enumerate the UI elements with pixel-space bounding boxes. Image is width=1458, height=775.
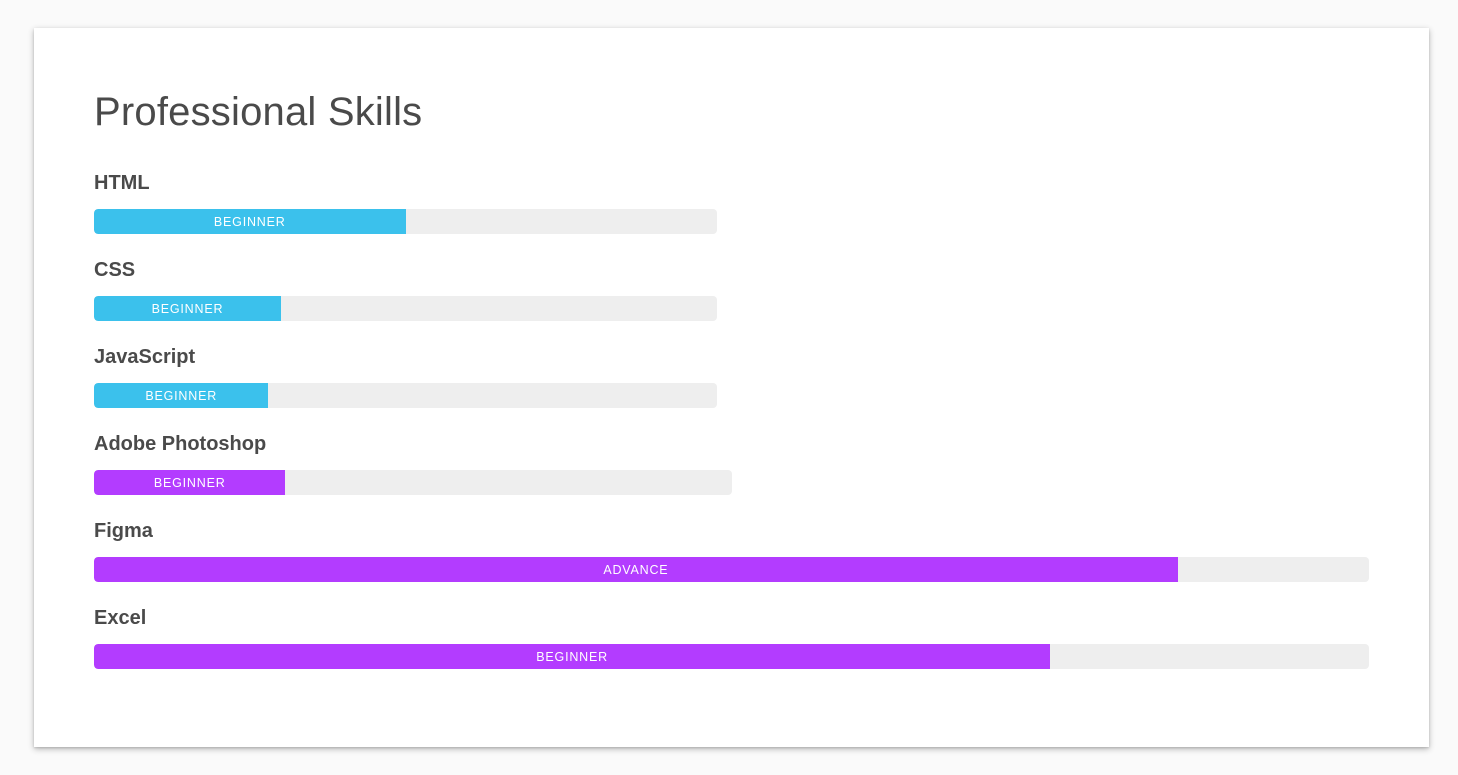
- progress-fill: BEGINNER: [94, 644, 1051, 669]
- progress-fill: ADVANCE: [94, 557, 1178, 582]
- skill-css: CSS BEGINNER: [94, 258, 717, 321]
- progress-track: BEGINNER: [94, 209, 717, 234]
- level-label: BEGINNER: [151, 301, 224, 316]
- skill-excel: Excel BEGINNER: [94, 606, 1369, 669]
- progress-fill: BEGINNER: [94, 470, 286, 495]
- level-label: BEGINNER: [145, 388, 218, 403]
- skill-name: HTML: [94, 172, 150, 194]
- progress-track: BEGINNER: [94, 470, 732, 495]
- progress-track: BEGINNER: [94, 296, 717, 321]
- level-label: BEGINNER: [153, 475, 226, 490]
- progress-track: BEGINNER: [94, 383, 717, 408]
- progress-fill: BEGINNER: [94, 296, 281, 321]
- progress-track: BEGINNER: [94, 644, 1369, 669]
- level-label: BEGINNER: [536, 649, 608, 664]
- skill-figma: Figma ADVANCE: [94, 519, 1369, 582]
- section-title: Professional Skills: [94, 90, 423, 134]
- level-label: BEGINNER: [213, 214, 286, 229]
- progress-track: ADVANCE: [94, 557, 1369, 582]
- skill-javascript: JavaScript BEGINNER: [94, 345, 717, 408]
- skill-html: HTML BEGINNER: [94, 171, 717, 234]
- skill-name: CSS: [94, 259, 136, 281]
- progress-fill: BEGINNER: [94, 209, 406, 234]
- skill-adobe-photoshop: Adobe Photoshop BEGINNER: [94, 432, 732, 495]
- progress-fill: BEGINNER: [94, 383, 269, 408]
- skills-card: Professional Skills HTML BEGINNER CSS BE…: [34, 28, 1429, 747]
- skill-name: Adobe Photoshop: [94, 433, 267, 455]
- level-label: ADVANCE: [603, 562, 669, 577]
- skill-name: Figma: [94, 520, 153, 542]
- skill-name: JavaScript: [94, 346, 196, 368]
- skill-name: Excel: [94, 607, 147, 629]
